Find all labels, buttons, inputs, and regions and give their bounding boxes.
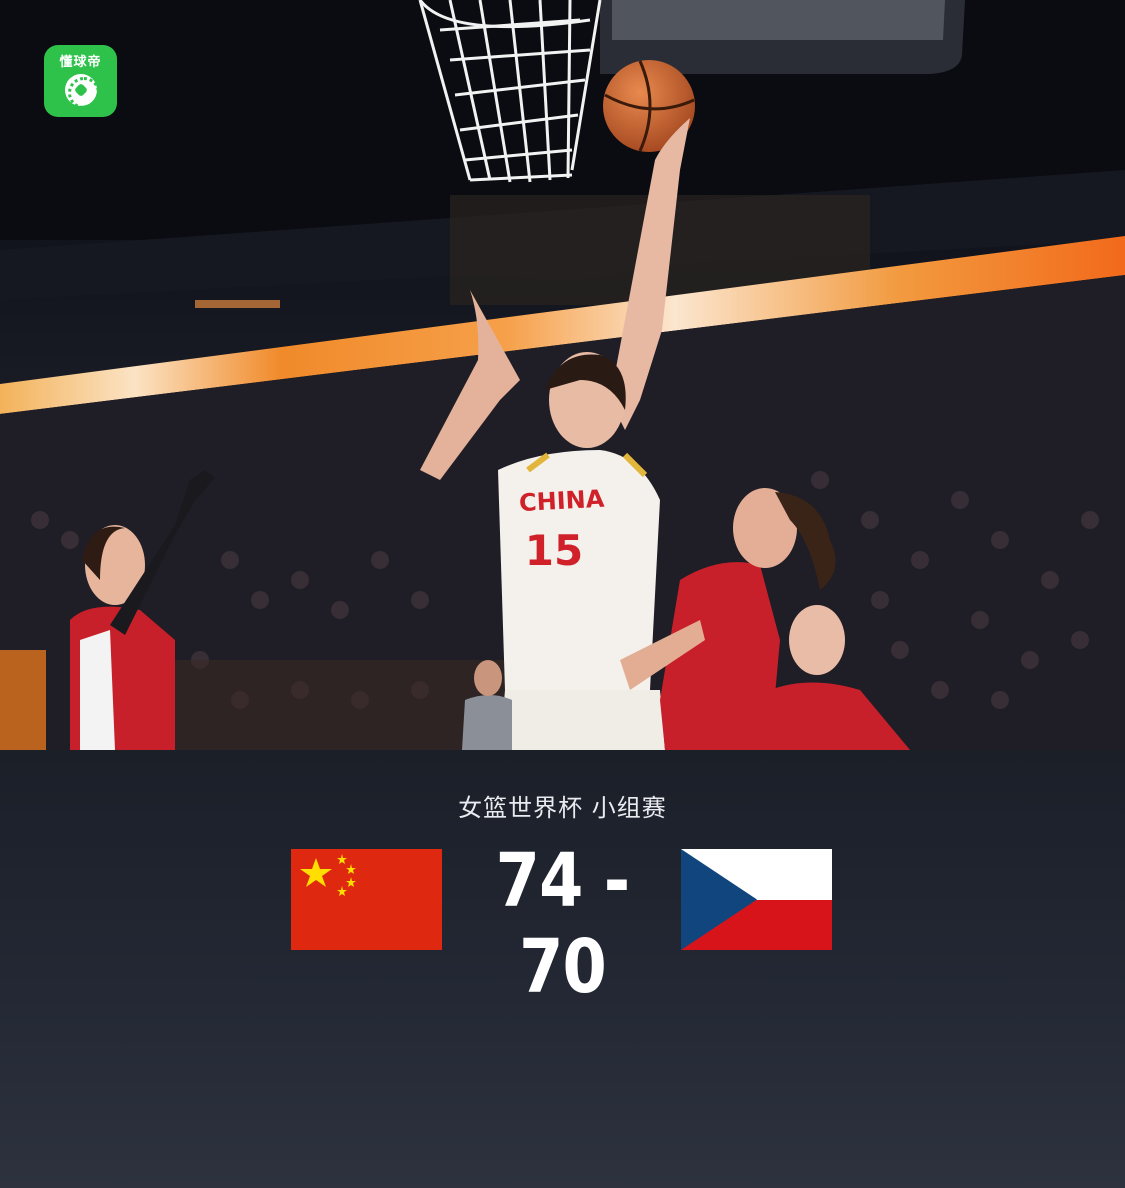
score-panel: 女篮世界杯 小组赛 74 - 70 xyxy=(0,750,1125,1188)
event-title: 女篮世界杯 小组赛 xyxy=(458,794,667,822)
czech-flag-triangle xyxy=(681,849,757,950)
china-flag xyxy=(291,849,442,950)
football-icon xyxy=(64,74,100,109)
away-score: 70 xyxy=(519,924,607,1010)
watermark xyxy=(903,1132,1093,1162)
app-logo[interactable]: 懂球帝 xyxy=(44,45,117,117)
jersey-number: 15 xyxy=(524,526,584,575)
czech-flag xyxy=(681,849,832,950)
logo-text: 懂球帝 xyxy=(59,55,102,70)
jersey-name: CHINA xyxy=(518,484,605,518)
match-photo: CHINA 15 懂球帝 xyxy=(0,0,1125,750)
home-score: 74 xyxy=(495,838,584,924)
china-flag-stars xyxy=(300,854,356,896)
match-score: 74 - 70 xyxy=(466,838,660,1010)
score-separator: - xyxy=(603,838,630,924)
basketball-scene xyxy=(0,0,1125,750)
